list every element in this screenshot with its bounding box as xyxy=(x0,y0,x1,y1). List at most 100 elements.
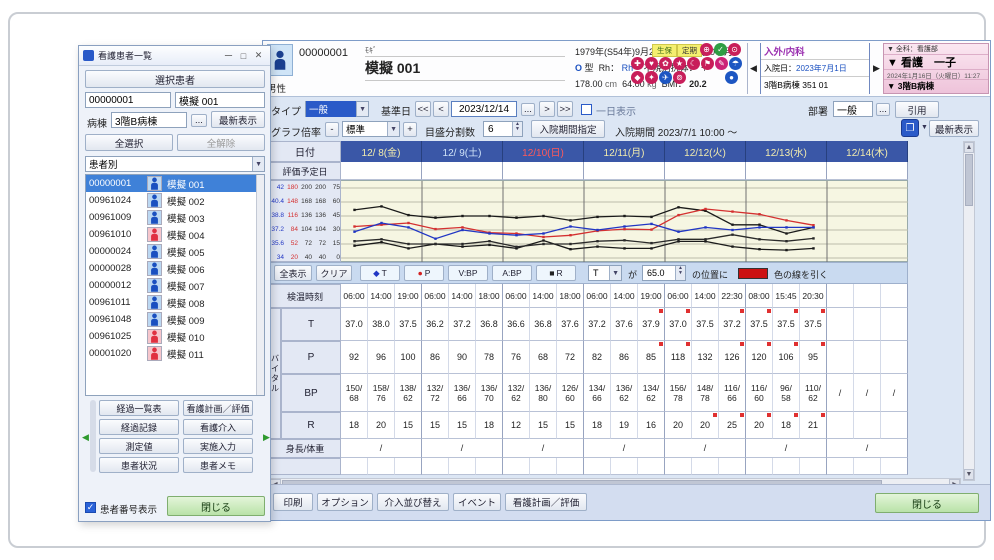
abnormal-mark-icon xyxy=(821,309,825,313)
list-titlebar[interactable]: 看護患者一覧 ー □ ✕ xyxy=(79,46,270,66)
r-cell xyxy=(854,412,881,439)
patient-row[interactable]: 00961025模擬 010 xyxy=(86,328,256,345)
ward-picker-button[interactable]: ... xyxy=(191,114,207,127)
close-icon[interactable]: ✕ xyxy=(251,49,266,63)
patient-filter-select[interactable]: 患者別 ▼ xyxy=(85,156,265,172)
series-toggle-abp[interactable]: A:BP xyxy=(492,265,532,281)
legend-bar: 全表示クリア◆T●PV:BPA:BP■RT▼が65.0▲▼の位置に色の線を引く xyxy=(269,262,908,284)
axis-tick-row: 35.652727215 xyxy=(270,240,340,248)
series-toggle-p[interactable]: ●P xyxy=(404,265,444,281)
time-cell xyxy=(854,284,881,308)
bottom-button[interactable]: イベント xyxy=(453,493,501,511)
vertical-scroll-thumb[interactable] xyxy=(965,154,973,206)
patient-row[interactable]: 00001020模擬 011 xyxy=(86,345,256,362)
action-button[interactable]: 看護計画／評価 xyxy=(183,400,253,416)
close-main-button[interactable]: 閉じる xyxy=(875,493,979,513)
threshold-stepper[interactable]: 65.0▲▼ xyxy=(642,265,686,281)
close-list-button[interactable]: 閉じる xyxy=(167,496,265,516)
empty-cell xyxy=(611,458,638,475)
show-all-button[interactable]: 全表示 xyxy=(274,265,312,281)
r-cell: 12 xyxy=(503,412,530,439)
patient-number-label: 患者番号表示 xyxy=(100,502,157,516)
patient-row[interactable]: 00000012模擬 007 xyxy=(86,277,256,294)
male-icon xyxy=(147,261,162,276)
date-header-cell[interactable]: 12/11(月) xyxy=(584,141,665,162)
bottom-button[interactable]: 看護計画／評価 xyxy=(505,493,587,511)
eval-cell xyxy=(422,162,503,180)
bp-cell: 136/66 xyxy=(449,374,476,412)
action-button[interactable]: 測定値 xyxy=(99,438,179,454)
abnormal-mark-icon xyxy=(740,309,744,313)
action-button[interactable]: 経過一覧表 xyxy=(99,400,179,416)
patient-row-name: 模擬 011 xyxy=(167,347,204,361)
date-header-cell[interactable]: 12/13(水) xyxy=(746,141,827,162)
chevron-down-icon[interactable]: ▼ xyxy=(609,266,621,280)
list-scrollbar[interactable] xyxy=(256,175,264,395)
threshold-series-select[interactable]: T▼ xyxy=(588,265,622,281)
p-cell: 95 xyxy=(800,341,827,374)
series-toggle-t[interactable]: ◆T xyxy=(360,265,400,281)
date-header-cell[interactable]: 12/10(日) xyxy=(503,141,584,162)
scroll-up-icon[interactable]: ▲ xyxy=(964,142,974,153)
series-marker-icon: ■ xyxy=(549,268,554,278)
threshold-color-swatch[interactable] xyxy=(738,268,768,279)
refresh-list-button[interactable]: 最新表示 xyxy=(211,111,265,128)
selected-id-box[interactable]: 00000001 xyxy=(85,92,171,108)
clear-all-button[interactable]: 全解除 xyxy=(177,134,265,151)
scroll-down-icon[interactable]: ▼ xyxy=(964,469,974,480)
patient-row-id: 00961025 xyxy=(86,331,145,342)
r-cell: 15 xyxy=(449,412,476,439)
empty-cell xyxy=(557,458,584,475)
r-cell: 15 xyxy=(395,412,422,439)
row-label-t: T xyxy=(281,308,341,341)
time-cell: 19:00 xyxy=(395,284,422,308)
patient-number-checkbox[interactable]: ✓ xyxy=(85,502,96,513)
series-toggle-r[interactable]: ■R xyxy=(536,265,576,281)
ga-label: が xyxy=(628,268,637,281)
date-header-cell[interactable]: 12/ 8(金) xyxy=(341,141,422,162)
vertical-scrollbar[interactable]: ▲ ▼ xyxy=(963,141,975,481)
patient-row-id: 00961048 xyxy=(86,314,145,325)
abnormal-mark-icon xyxy=(821,342,825,346)
action-button[interactable]: 経過記録 xyxy=(99,419,179,435)
selected-name-box[interactable]: 模擬 001 xyxy=(175,92,265,108)
chevron-down-icon[interactable]: ▼ xyxy=(252,157,264,171)
select-all-button[interactable]: 全選択 xyxy=(85,134,173,151)
date-header-cell[interactable]: 12/12(火) xyxy=(665,141,746,162)
patient-row[interactable]: 00000024模擬 005 xyxy=(86,243,256,260)
action-button[interactable]: 患者状況 xyxy=(99,457,179,473)
bp-cell: 136/62 xyxy=(611,374,638,412)
page-right-icon[interactable]: ▶ xyxy=(263,432,270,443)
hw-cell: / xyxy=(341,439,422,458)
bottom-button[interactable]: 印刷 xyxy=(273,493,313,511)
date-header-cell[interactable]: 12/ 9(土) xyxy=(422,141,503,162)
axis-tick-P: 52 xyxy=(284,240,298,248)
t-cell: 36.8 xyxy=(476,308,503,341)
patient-row[interactable]: 00000001模擬 001 xyxy=(86,175,256,192)
bottom-button[interactable]: 介入並び替え xyxy=(377,493,449,511)
patient-row[interactable]: 00000028模擬 006 xyxy=(86,260,256,277)
male-icon xyxy=(147,210,162,225)
patient-row[interactable]: 00961009模擬 003 xyxy=(86,209,256,226)
patient-row[interactable]: 00961024模擬 002 xyxy=(86,192,256,209)
select-patient-button[interactable]: 選択患者 xyxy=(85,70,265,88)
minimize-icon[interactable]: ー xyxy=(221,49,236,63)
maximize-icon[interactable]: □ xyxy=(236,49,251,63)
clear-button[interactable]: クリア xyxy=(316,265,352,281)
axis-tick-row: 37.28410410430 xyxy=(270,226,340,234)
page-left-icon[interactable]: ◀ xyxy=(82,432,89,443)
patient-row[interactable]: 00961010模擬 004 xyxy=(86,226,256,243)
bp-cell: 156/78 xyxy=(665,374,692,412)
patient-row[interactable]: 00961048模擬 009 xyxy=(86,311,256,328)
action-button[interactable]: 看護介入 xyxy=(183,419,253,435)
series-toggle-vbp[interactable]: V:BP xyxy=(448,265,488,281)
action-button[interactable]: 患者メモ xyxy=(183,457,253,473)
t-cell: 37.6 xyxy=(611,308,638,341)
date-header-cell[interactable]: 12/14(木) xyxy=(827,141,908,162)
patient-row[interactable]: 00961011模擬 008 xyxy=(86,294,256,311)
stepper-arrows-icon[interactable]: ▲▼ xyxy=(675,266,685,280)
bp-cell: 126/60 xyxy=(557,374,584,412)
bottom-button[interactable]: オプション xyxy=(317,493,373,511)
ward-input[interactable]: 3階B病棟 xyxy=(111,112,187,128)
action-button[interactable]: 実施入力 xyxy=(183,438,253,454)
